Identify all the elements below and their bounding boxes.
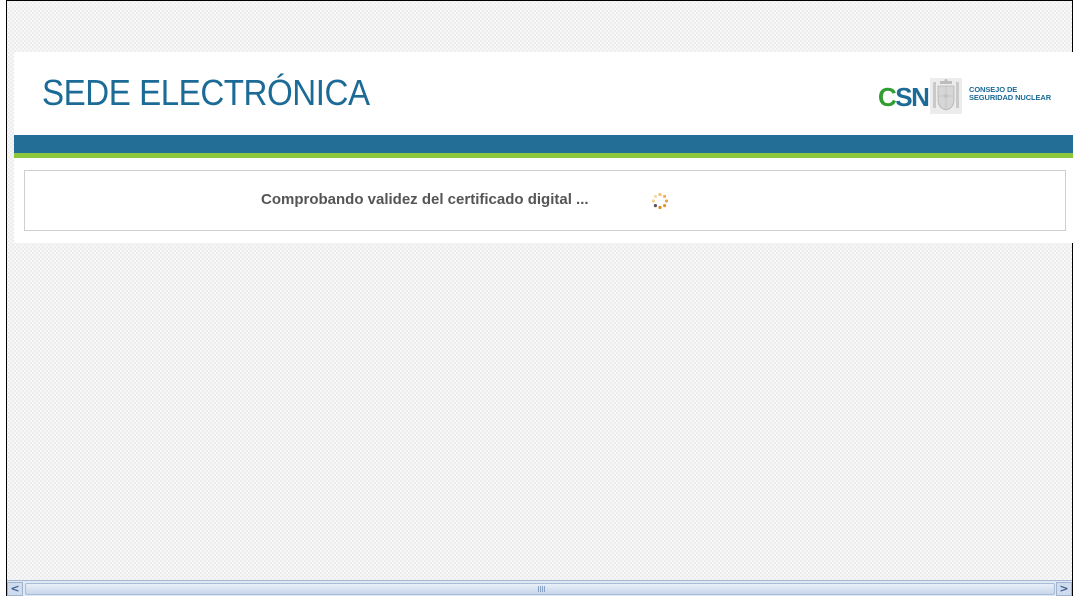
scroll-right-button[interactable]: > bbox=[1056, 582, 1072, 596]
horizontal-scrollbar[interactable]: < > bbox=[7, 580, 1072, 596]
header-green-bar bbox=[14, 153, 1073, 158]
logo-acronym-c: C bbox=[878, 82, 897, 112]
window-frame-left bbox=[0, 0, 7, 596]
logo-text: CONSEJO DE SEGURIDAD NUCLEAR bbox=[969, 86, 1051, 102]
status-message: Comprobando validez del certificado digi… bbox=[261, 191, 589, 208]
scroll-left-button[interactable]: < bbox=[7, 582, 23, 596]
logo-text-line2: SEGURIDAD NUCLEAR bbox=[969, 93, 1052, 102]
header-blue-bar bbox=[14, 135, 1073, 153]
scroll-thumb[interactable] bbox=[25, 583, 1055, 595]
site-title: SEDE ELECTRÓNICA bbox=[42, 72, 370, 113]
page-panel: SEDE ELECTRÓNICA CSN CONSEJO DE SEGURIDA… bbox=[14, 52, 1073, 243]
coat-of-arms-icon bbox=[930, 78, 962, 114]
logo-acronym: CSN bbox=[878, 82, 930, 112]
site-header: SEDE ELECTRÓNICA CSN CONSEJO DE SEGURIDA… bbox=[14, 52, 1073, 135]
status-box: Comprobando validez del certificado digi… bbox=[24, 170, 1066, 231]
csn-logo[interactable]: CSN CONSEJO DE SEGURIDAD NUCLEAR bbox=[878, 78, 1058, 114]
logo-acronym-sn: SN bbox=[895, 82, 930, 112]
scroll-grip-icon bbox=[538, 586, 546, 592]
window-frame-top bbox=[0, 0, 1073, 1]
loading-spinner-icon bbox=[651, 192, 669, 210]
